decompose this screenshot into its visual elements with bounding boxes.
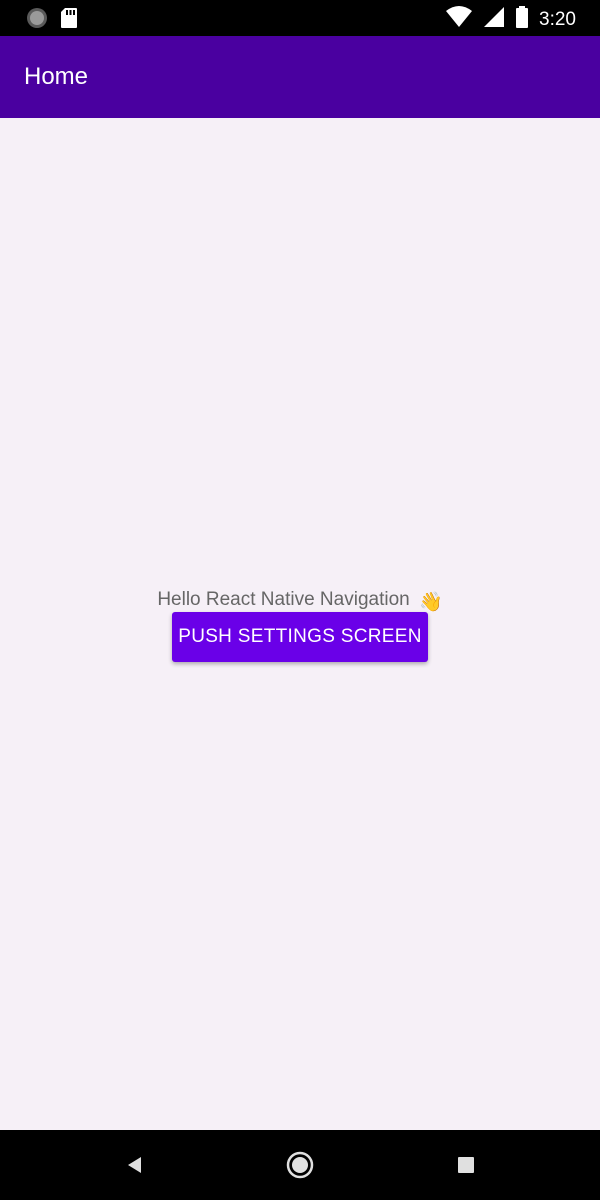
status-time: 3:20 bbox=[539, 8, 576, 30]
push-settings-screen-button[interactable]: PUSH SETTINGS SCREEN bbox=[172, 612, 428, 662]
greeting-label: Hello React Native Navigation bbox=[157, 589, 410, 610]
system-nav-bar bbox=[0, 1130, 600, 1200]
battery-icon bbox=[515, 5, 529, 34]
back-icon[interactable] bbox=[118, 1149, 150, 1181]
circle-status-icon bbox=[26, 7, 48, 34]
status-left-icons bbox=[26, 7, 78, 34]
page-title: Home bbox=[24, 63, 89, 90]
wifi-icon bbox=[445, 5, 473, 34]
recents-icon[interactable] bbox=[450, 1149, 482, 1181]
signal-icon bbox=[483, 5, 505, 34]
home-screen-content: Hello React Native Navigation 👋 PUSH SET… bbox=[0, 118, 600, 1130]
home-icon[interactable] bbox=[284, 1149, 316, 1181]
status-bar: 3:20 bbox=[0, 0, 600, 36]
greeting-text: Hello React Native Navigation 👋 bbox=[0, 588, 600, 615]
app-bar: Home bbox=[0, 36, 600, 118]
sd-card-icon bbox=[60, 7, 78, 34]
status-right-icons: 3:20 bbox=[445, 5, 576, 34]
